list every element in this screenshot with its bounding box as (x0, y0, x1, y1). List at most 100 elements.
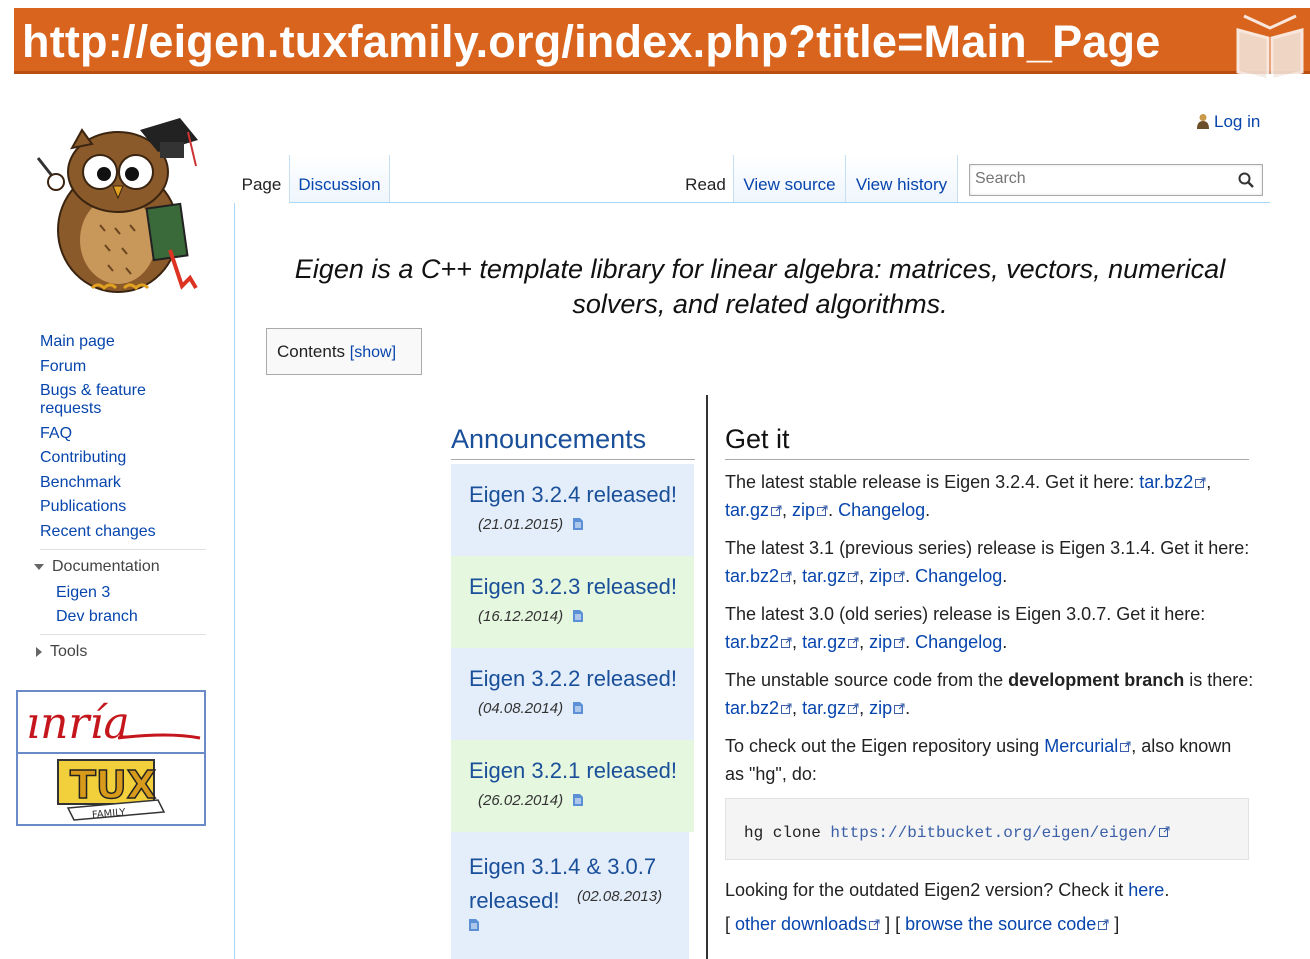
download-zip[interactable]: zip (869, 566, 892, 586)
sidebar-item-eigen3[interactable]: Eigen 3 (56, 584, 220, 602)
tab-page[interactable]: Page (234, 155, 290, 203)
external-link-icon (1120, 741, 1131, 752)
url-banner: http://eigen.tuxfamily.org/index.php?tit… (14, 8, 1310, 82)
sidebar-item-publications[interactable]: Publications (40, 498, 220, 516)
sidebar-item-benchmark[interactable]: Benchmark (40, 474, 220, 492)
changelog-link[interactable]: Changelog (915, 566, 1002, 586)
url-text: http://eigen.tuxfamily.org/index.php?tit… (22, 16, 1161, 67)
announcement-link[interactable]: Eigen 3.1.4 & 3.0.7 released! (469, 850, 679, 918)
sidebar-item-faq[interactable]: FAQ (40, 425, 220, 443)
external-link-icon (781, 703, 792, 714)
external-link-icon (848, 637, 859, 648)
document-icon[interactable] (573, 794, 584, 806)
announcement-date: (26.02.2014) (478, 792, 694, 809)
download-zip[interactable]: zip (792, 500, 815, 520)
list-item: Eigen 3.2.2 released! (04.08.2014) (451, 648, 694, 740)
download-tar-bz2[interactable]: tar.bz2 (725, 566, 779, 586)
unstable-source-paragraph: The unstable source code from the develo… (725, 670, 1254, 718)
download-zip[interactable]: zip (869, 698, 892, 718)
eigen2-link[interactable]: here (1128, 880, 1164, 900)
document-icon[interactable] (573, 702, 584, 714)
getit-heading: Get it (725, 424, 1249, 460)
sidebar-item-bugs[interactable]: Bugs & feature requests (40, 382, 170, 418)
mercurial-link[interactable]: Mercurial (1044, 736, 1118, 756)
external-link-icon (1158, 826, 1170, 837)
download-tar-gz[interactable]: tar.gz (802, 698, 846, 718)
list-item: Eigen 3.2.1 released! (26.02.2014) (451, 740, 694, 832)
announcement-date: (04.08.2014) (478, 700, 694, 717)
stable-release-paragraph: The latest stable release is Eigen 3.2.4… (725, 472, 1212, 520)
toc-show-toggle[interactable]: [show] (350, 344, 396, 361)
tools-section-toggle[interactable]: Tools (34, 643, 220, 661)
external-link-icon (771, 505, 782, 516)
list-item: Eigen 3.2.4 released! (21.01.2015) (451, 464, 694, 556)
download-tar-bz2[interactable]: tar.bz2 (725, 698, 779, 718)
search-box[interactable] (969, 164, 1263, 196)
announcement-link[interactable]: Eigen 3.2.4 released! (469, 482, 694, 508)
changelog-link[interactable]: Changelog (838, 500, 925, 520)
documentation-links: Eigen 3 Dev branch (56, 584, 220, 626)
other-downloads-link[interactable]: other downloads (735, 914, 867, 934)
tab-view-source[interactable]: View source (734, 155, 846, 203)
external-link-icon (894, 571, 905, 582)
changelog-link[interactable]: Changelog (915, 632, 1002, 652)
download-tar-gz[interactable]: tar.gz (802, 566, 846, 586)
repository-url-link[interactable]: https://bitbucket.org/eigen/eigen/ (830, 824, 1156, 842)
chevron-right-icon (36, 646, 42, 657)
sidebar-item-main-page[interactable]: Main page (40, 333, 220, 351)
external-link-icon (1098, 919, 1109, 930)
announcement-link[interactable]: Eigen 3.2.2 released! (469, 666, 694, 692)
external-link-icon (894, 703, 905, 714)
chevron-down-icon (34, 563, 44, 570)
page-tagline: Eigen is a C++ template library for line… (294, 254, 1226, 319)
sidebar-item-contributing[interactable]: Contributing (40, 449, 220, 467)
inria-logo: ınría (26, 698, 201, 749)
tab-underline (290, 202, 1270, 203)
tab-read[interactable]: Read (678, 155, 734, 203)
tab-discussion[interactable]: Discussion (290, 155, 390, 203)
announcement-link[interactable]: Eigen 3.2.1 released! (469, 758, 694, 784)
document-icon[interactable] (469, 919, 479, 931)
partner-logos[interactable]: ınría TUX FAMILY (16, 690, 206, 826)
download-tar-bz2[interactable]: tar.bz2 (1139, 472, 1193, 492)
login-link[interactable]: Log in (1196, 112, 1260, 132)
announcement-date: (16.12.2014) (478, 608, 694, 625)
external-link-icon (848, 571, 859, 582)
tools-label: Tools (50, 642, 88, 660)
download-tar-gz[interactable]: tar.gz (725, 500, 769, 520)
list-item: Eigen 3.1.4 & 3.0.7 released! (02.08.201… (451, 832, 689, 959)
sidebar-item-dev-branch[interactable]: Dev branch (56, 608, 220, 626)
documentation-label: Documentation (52, 557, 160, 575)
tuxfamily-logo: TUX FAMILY (57, 759, 166, 821)
old-release-paragraph: The latest 3.0 (old series) release is E… (725, 604, 1206, 652)
mercurial-paragraph: To check out the Eigen repository using … (725, 736, 1232, 784)
download-zip[interactable]: zip (869, 632, 892, 652)
announcement-date: (02.08.2013) (577, 888, 663, 905)
table-of-contents: Contents [show] (266, 328, 422, 375)
search-icon[interactable] (1238, 172, 1254, 188)
download-tar-bz2[interactable]: tar.bz2 (725, 632, 779, 652)
getit-section: The latest stable release is Eigen 3.2.4… (725, 468, 1255, 948)
content-border (234, 160, 235, 959)
announcement-date: (21.01.2015) (478, 516, 694, 533)
announcements-heading: Announcements (451, 424, 695, 460)
svg-text:TUX: TUX (70, 763, 156, 807)
bottom-links: [ other downloads ] [ browse the source … (725, 914, 1120, 934)
previous-release-paragraph: The latest 3.1 (previous series) release… (725, 538, 1250, 586)
download-tar-gz[interactable]: tar.gz (802, 632, 846, 652)
announcement-link[interactable]: Eigen 3.2.3 released! (469, 574, 694, 600)
login-label[interactable]: Log in (1214, 112, 1260, 131)
document-icon[interactable] (573, 518, 584, 530)
external-link-icon (848, 703, 859, 714)
eigen-owl-logo[interactable] (30, 110, 210, 300)
sidebar-divider (40, 548, 206, 550)
documentation-section-toggle[interactable]: Documentation (34, 558, 220, 576)
browse-source-link[interactable]: browse the source code (905, 914, 1096, 934)
document-icon[interactable] (573, 610, 584, 622)
search-input[interactable] (970, 165, 1230, 193)
sidebar: Main page Forum Bugs & feature requests … (34, 333, 220, 661)
sidebar-item-recent-changes[interactable]: Recent changes (40, 523, 220, 541)
external-link-icon (869, 919, 880, 930)
tab-view-history[interactable]: View history (846, 155, 958, 203)
sidebar-item-forum[interactable]: Forum (40, 358, 220, 376)
